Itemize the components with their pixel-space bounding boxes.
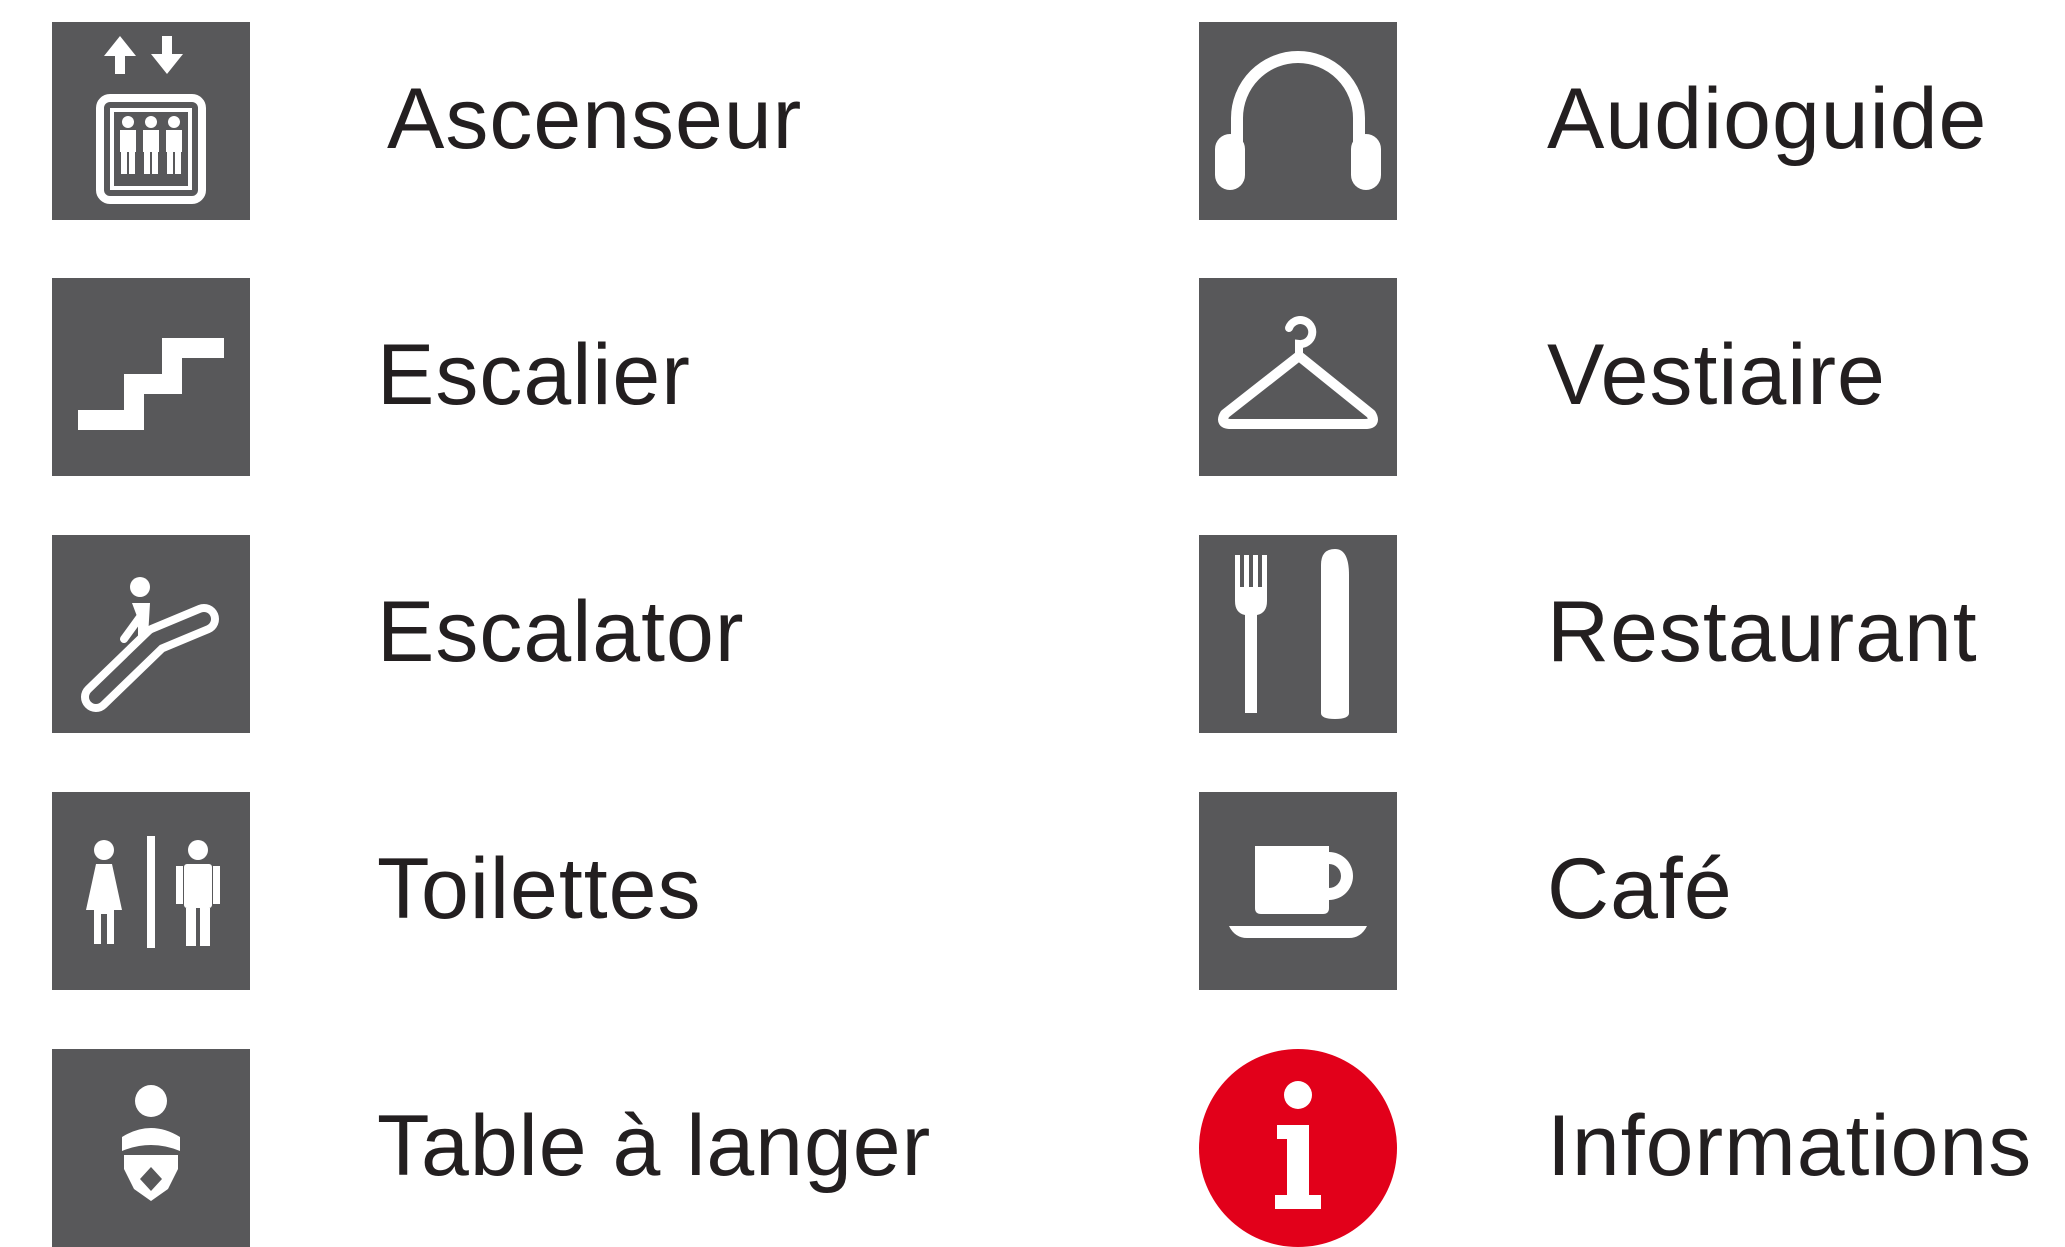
legend-label: Toilettes bbox=[377, 841, 702, 937]
pictogram-legend: Ascenseur Escalier Escalator Toilettes T… bbox=[0, 0, 2065, 1247]
coffee-cup-icon bbox=[1199, 792, 1397, 990]
legend-label: Audioguide bbox=[1547, 71, 1988, 167]
headphones-icon bbox=[1199, 22, 1397, 220]
legend-label: Café bbox=[1547, 841, 1733, 937]
elevator-icon bbox=[52, 22, 250, 220]
legend-label: Table à langer bbox=[377, 1098, 932, 1194]
legend-label: Escalator bbox=[377, 584, 745, 680]
information-icon bbox=[1199, 1049, 1397, 1247]
baby-changing-icon bbox=[52, 1049, 250, 1247]
fork-knife-icon bbox=[1199, 535, 1397, 733]
legend-label: Escalier bbox=[377, 327, 691, 423]
legend-label: Ascenseur bbox=[387, 71, 803, 167]
legend-label: Vestiaire bbox=[1547, 327, 1886, 423]
toilets-icon bbox=[52, 792, 250, 990]
coat-hanger-icon bbox=[1199, 278, 1397, 476]
legend-label: Restaurant bbox=[1547, 584, 1978, 680]
legend-label: Informations bbox=[1547, 1098, 2033, 1194]
escalator-icon bbox=[52, 535, 250, 733]
stairs-icon bbox=[52, 278, 250, 476]
